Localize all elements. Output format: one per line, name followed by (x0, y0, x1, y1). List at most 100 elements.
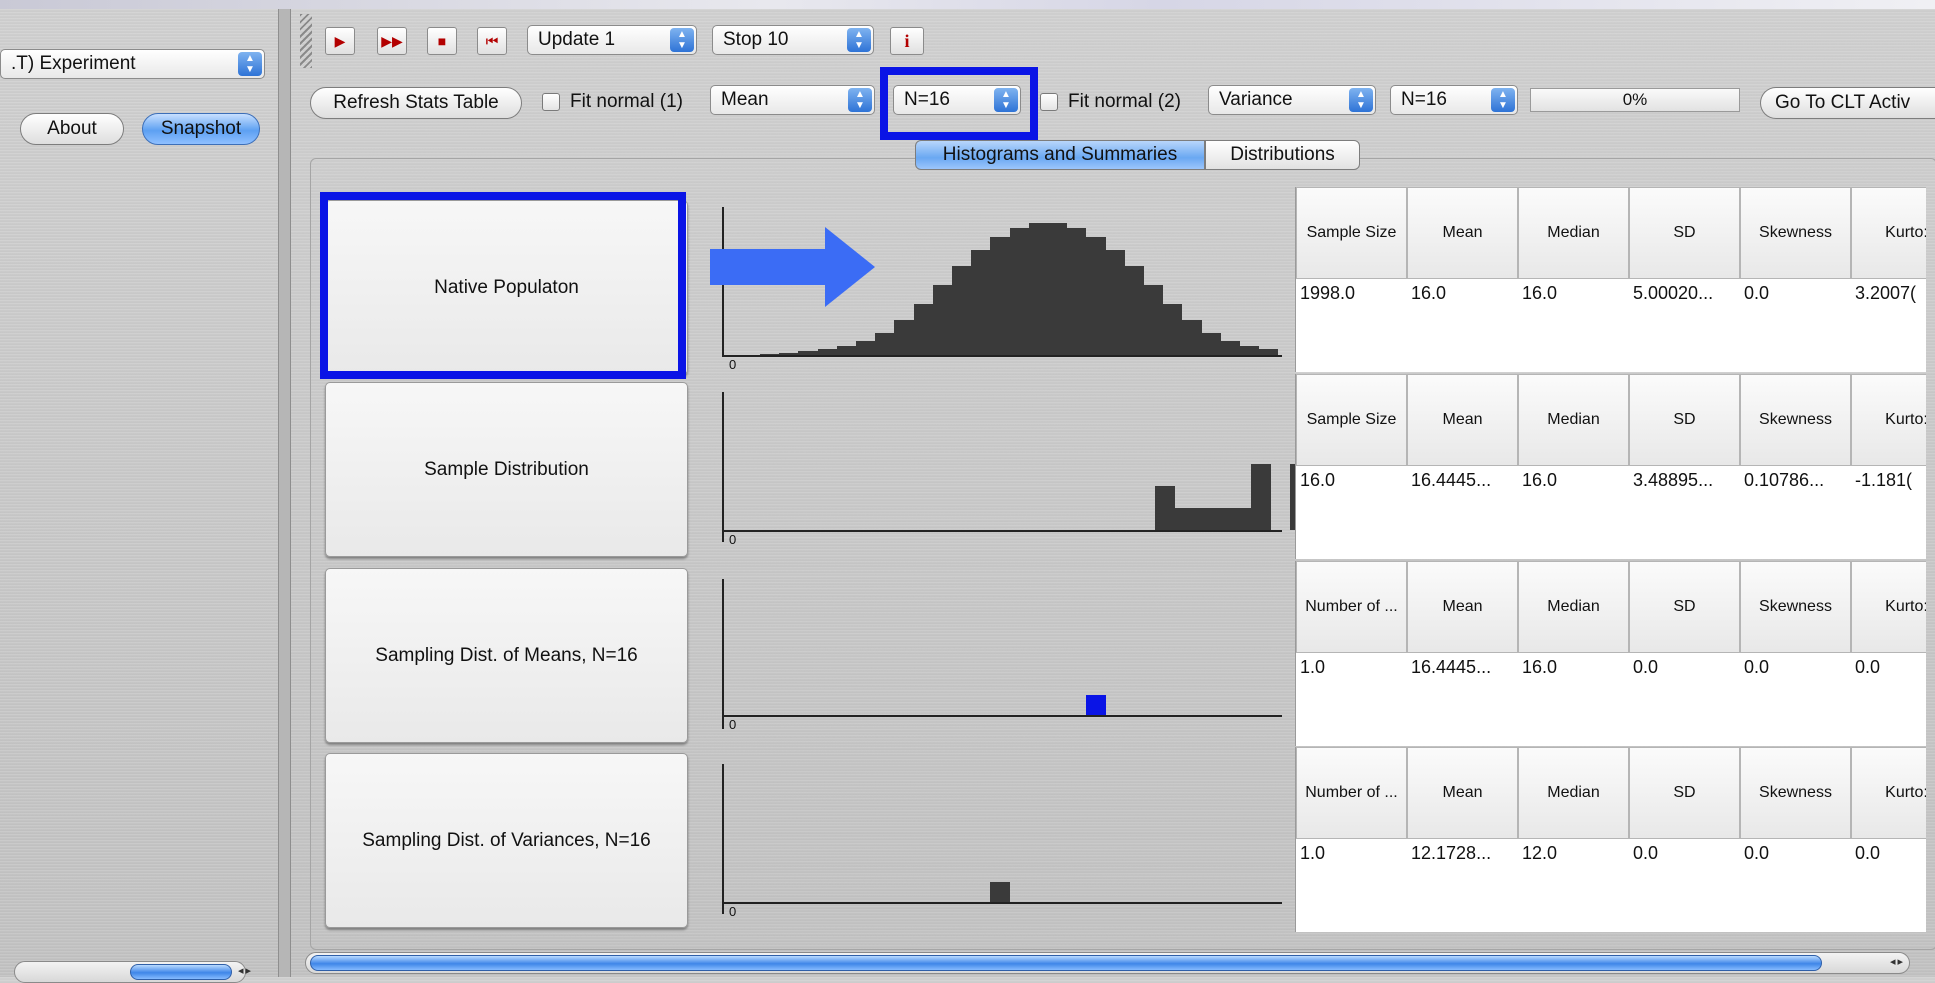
y-axis (722, 579, 724, 729)
x-axis (722, 355, 1282, 357)
column-header[interactable]: Median (1518, 187, 1629, 279)
column-header[interactable]: Mean (1407, 374, 1518, 466)
column-header[interactable]: Mean (1407, 747, 1518, 839)
column-header[interactable]: Median (1518, 561, 1629, 653)
experiment-select[interactable]: .T) Experiment ▲ ▼ (0, 49, 265, 79)
column-header[interactable]: Mean (1407, 561, 1518, 653)
tab-histograms-and-summaries[interactable]: Histograms and Summaries (915, 140, 1205, 170)
native-population-button[interactable]: Native Populaton (325, 200, 688, 375)
progress-text: 0% (1622, 90, 1648, 109)
variance-bar (990, 882, 1011, 902)
x-axis-zero-label: 0 (729, 532, 737, 547)
window-top-strip (0, 0, 1935, 9)
sample-distribution-label: Sample Distribution (424, 458, 589, 480)
histogram-bar (1124, 266, 1144, 355)
stat-2-select[interactable]: Variance ▲ ▼ (1208, 85, 1376, 115)
column-header[interactable]: Sample Size (1296, 374, 1407, 466)
stat-value: 12.0 (1522, 843, 1558, 863)
stop-icon[interactable]: ■ (427, 27, 457, 55)
stats-header-row: Number of ... Mean Median SD Skewness Kurto: (1296, 561, 1926, 653)
split-divider[interactable] (279, 9, 291, 977)
tab-distributions[interactable]: Distributions (1205, 140, 1360, 170)
column-header[interactable]: Kurto: (1851, 561, 1926, 653)
main-scroll-arrows-icon[interactable]: ◂▸ (1890, 955, 1905, 968)
stop-select[interactable]: Stop 10 ▲ ▼ (712, 25, 874, 55)
stats-header-row: Sample Size Mean Median SD Skewness Kurto: (1296, 187, 1926, 279)
snapshot-button[interactable]: Snapshot (142, 113, 260, 145)
histogram-bar (1105, 249, 1125, 355)
go-to-clt-activity-button[interactable]: Go To CLT Activ (1760, 87, 1935, 119)
column-header[interactable]: SD (1629, 561, 1740, 653)
mean-marker-bar (1086, 695, 1107, 715)
progress-bar: 0% (1530, 88, 1740, 112)
column-header[interactable]: Skewness (1740, 187, 1851, 279)
histogram-bar (1213, 508, 1233, 530)
population-histogram: 0 (705, 195, 1282, 375)
column-header[interactable]: Skewness (1740, 561, 1851, 653)
toolbar-grip-icon[interactable] (300, 14, 312, 68)
reset-icon[interactable]: ⏮ (477, 27, 507, 55)
stats-value-row: 1.0 12.1728... 12.0 0.0 0.0 0.0 (1296, 839, 1926, 864)
column-header[interactable]: Median (1518, 374, 1629, 466)
play-icon[interactable]: ▶ (325, 27, 355, 55)
sample-distribution-button[interactable]: Sample Distribution (325, 382, 688, 557)
experiment-select-value: .T) Experiment (11, 53, 136, 74)
column-header[interactable]: Median (1518, 747, 1629, 839)
n-2-select-value: N=16 (1401, 89, 1447, 110)
stat-1-select[interactable]: Mean ▲ ▼ (710, 85, 875, 115)
sidebar-scroll-thumb[interactable] (130, 964, 232, 980)
main-hscrollbar[interactable] (305, 952, 1910, 974)
histogram-bar (952, 266, 972, 355)
histogram-bar (760, 353, 780, 355)
stats-header-row: Number of ... Mean Median SD Skewness Kurto: (1296, 747, 1926, 839)
sampling-dist-means-button[interactable]: Sampling Dist. of Means, N=16 (325, 568, 688, 743)
histogram-bar (875, 332, 895, 355)
update-select[interactable]: Update 1 ▲ ▼ (527, 25, 697, 55)
main-scroll-thumb[interactable] (310, 955, 1822, 971)
sampling-dist-variances-button[interactable]: Sampling Dist. of Variances, N=16 (325, 753, 688, 928)
column-header[interactable]: Number of ... (1296, 747, 1407, 839)
about-button[interactable]: About (20, 113, 124, 145)
column-header[interactable]: SD (1629, 187, 1740, 279)
n-2-select[interactable]: N=16 ▲ ▼ (1390, 85, 1518, 115)
column-header[interactable]: Sample Size (1296, 187, 1407, 279)
means-histogram: 0 (705, 567, 1282, 747)
sidebar-hscrollbar[interactable] (14, 961, 246, 983)
update-select-value: Update 1 (538, 29, 616, 50)
histogram-bar (798, 351, 818, 355)
column-header[interactable]: Number of ... (1296, 561, 1407, 653)
stat-value: 0.10786... (1744, 470, 1825, 490)
column-header[interactable]: SD (1629, 374, 1740, 466)
updown-arrows-icon: ▲ ▼ (994, 88, 1018, 112)
histogram-bar (1251, 464, 1271, 530)
sample-histogram: 0 (705, 380, 1386, 560)
column-header[interactable]: Skewness (1740, 374, 1851, 466)
histogram-bar (1232, 508, 1252, 530)
fit-normal-1-checkbox[interactable] (542, 93, 560, 111)
fit-normal-1-label: Fit normal (1) (570, 91, 683, 112)
histogram-bar (1220, 340, 1240, 355)
stat-value: 0.0 (1855, 657, 1881, 677)
column-header[interactable]: Skewness (1740, 747, 1851, 839)
histogram-bar (932, 284, 952, 355)
column-header[interactable]: Kurto: (1851, 747, 1926, 839)
column-header[interactable]: Kurto: (1851, 187, 1926, 279)
sidebar-scroll-arrows-icon[interactable]: ◂▸ (238, 964, 253, 977)
stat-value: 16.4445... (1411, 470, 1492, 490)
column-header[interactable]: SD (1629, 747, 1740, 839)
fast-forward-icon[interactable]: ▶▶ (377, 27, 407, 55)
info-icon[interactable]: i (890, 27, 924, 55)
fit-normal-2-label: Fit normal (2) (1068, 91, 1181, 112)
fit-normal-2-checkbox[interactable] (1040, 93, 1058, 111)
sample-stats-table: Sample Size Mean Median SD Skewness Kurto: 16… (1295, 374, 1926, 559)
stat-value: 16.0 (1300, 470, 1336, 490)
updown-arrows-icon: ▲ ▼ (238, 52, 262, 76)
histogram-bar (1067, 227, 1087, 355)
variances-histogram: 0 (705, 752, 1282, 932)
refresh-stats-button[interactable]: Refresh Stats Table (310, 87, 522, 119)
arrow-right-icon (710, 227, 875, 307)
column-header[interactable]: Kurto: (1851, 374, 1926, 466)
n-1-select[interactable]: N=16 ▲ ▼ (893, 85, 1021, 115)
stat-value: 0.0 (1633, 657, 1659, 677)
column-header[interactable]: Mean (1407, 187, 1518, 279)
